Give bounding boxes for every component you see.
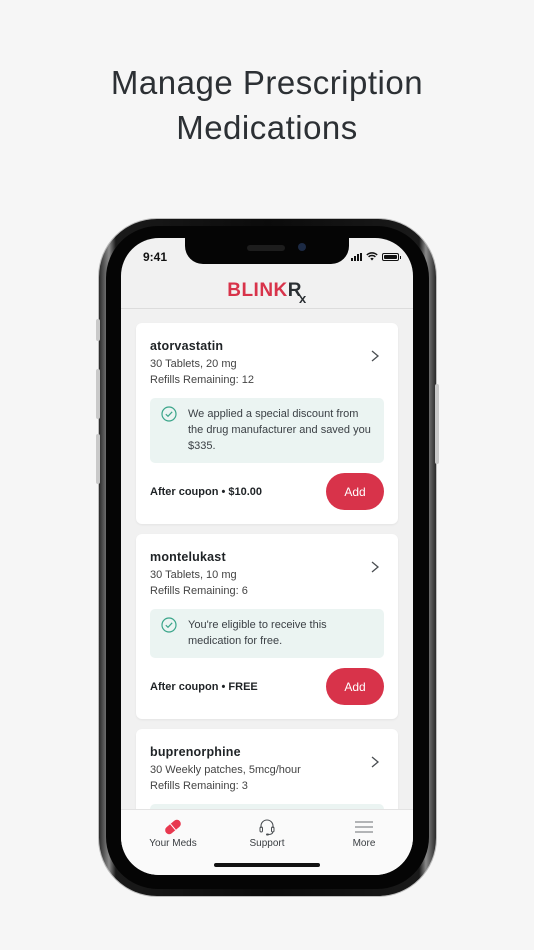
volume-up-button	[96, 369, 100, 419]
notch	[185, 238, 349, 264]
discount-notice: We applied a special discount from the d…	[150, 398, 384, 463]
logo-blink: BLINK	[227, 280, 288, 301]
medication-name: montelukast	[150, 550, 226, 564]
status-time: 9:41	[143, 250, 168, 264]
medication-card[interactable]: montelukast 30 Tablets, 10 mg Refills Re…	[136, 534, 398, 719]
refills-remaining: Refills Remaining: 6	[150, 585, 248, 597]
check-circle-icon	[161, 406, 177, 422]
cellular-signal-icon	[351, 252, 362, 261]
price-after-coupon: After coupon • FREE	[150, 680, 258, 693]
tab-bar: Your Meds Support More	[121, 809, 413, 875]
add-button[interactable]: Add	[326, 473, 384, 510]
notice-text: We applied a special discount from the d…	[188, 408, 371, 452]
check-circle-icon	[161, 617, 177, 633]
front-camera	[298, 243, 306, 251]
headset-icon	[259, 819, 275, 836]
pill-icon	[165, 819, 181, 835]
battery-icon	[382, 252, 401, 261]
refills-remaining: Refills Remaining: 12	[150, 374, 254, 386]
chevron-right-icon[interactable]	[370, 349, 380, 363]
notice-text: You're eligible to receive this medicati…	[188, 619, 327, 647]
medication-quantity: 30 Weekly patches, 5mcg/hour	[150, 764, 301, 776]
eligibility-notice: You're eligible to receive this medicati…	[150, 609, 384, 658]
medication-list: atorvastatin 30 Tablets, 20 mg Refills R…	[136, 323, 398, 868]
headline: Manage Prescription Medications	[0, 60, 534, 150]
mute-switch	[96, 319, 100, 341]
headline-line-2: Medications	[176, 109, 358, 146]
tab-label: Support	[249, 838, 285, 849]
medication-quantity: 30 Tablets, 10 mg	[150, 569, 237, 581]
medication-name: buprenorphine	[150, 745, 241, 759]
status-icons	[351, 252, 401, 261]
logo-rx: Rx	[287, 280, 307, 306]
price-after-coupon: After coupon • $10.00	[150, 485, 263, 498]
medication-card[interactable]: atorvastatin 30 Tablets, 20 mg Refills R…	[136, 323, 398, 524]
chevron-right-icon[interactable]	[370, 560, 380, 574]
chevron-right-icon[interactable]	[370, 755, 380, 769]
tab-label: Your Meds	[149, 838, 197, 849]
wifi-icon	[366, 252, 378, 261]
tab-support[interactable]: Support	[227, 818, 307, 849]
volume-down-button	[96, 434, 100, 484]
header-divider	[121, 308, 413, 309]
medication-quantity: 30 Tablets, 20 mg	[150, 358, 237, 370]
home-indicator[interactable]	[214, 863, 320, 867]
tab-more[interactable]: More	[324, 818, 404, 849]
app-logo: BLINKRx	[121, 280, 413, 306]
medication-name: atorvastatin	[150, 339, 224, 353]
speaker	[247, 245, 285, 251]
power-button	[435, 384, 439, 464]
refills-remaining: Refills Remaining: 3	[150, 780, 248, 792]
menu-icon	[355, 821, 373, 833]
add-button[interactable]: Add	[326, 668, 384, 705]
tab-label: More	[352, 838, 376, 849]
app-screen: 9:41 BLINKRx atorvastatin 30 Tablets, 20…	[121, 238, 413, 875]
tab-your-meds[interactable]: Your Meds	[133, 818, 213, 849]
headline-line-1: Manage Prescription	[110, 64, 424, 101]
